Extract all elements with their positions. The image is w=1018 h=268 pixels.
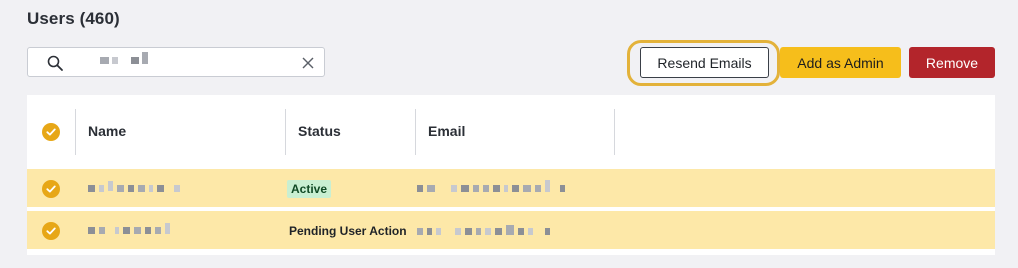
column-divider [285, 109, 286, 155]
column-header-name[interactable]: Name [88, 123, 126, 139]
status-badge: Active [287, 180, 332, 198]
users-page: Users (460) Resend Emails Add as Admin R… [0, 0, 1018, 268]
column-divider [415, 109, 416, 155]
search-query-redacted [100, 52, 148, 64]
users-table: Name Status Email Active Pending User Ac… [27, 95, 995, 255]
select-all-checkbox[interactable] [42, 123, 60, 141]
user-name-redacted [88, 223, 170, 234]
table-row[interactable]: Active [27, 169, 995, 209]
user-name-redacted [88, 180, 180, 192]
column-header-status[interactable]: Status [298, 123, 341, 139]
page-title: Users (460) [27, 9, 120, 28]
row-checkbox[interactable] [42, 222, 60, 240]
table-row[interactable]: Pending User Action [27, 211, 995, 251]
table-header: Name Status Email [27, 95, 995, 168]
column-divider [75, 109, 76, 155]
search-input[interactable] [27, 47, 325, 77]
checkmark-icon [46, 128, 56, 136]
column-header-email[interactable]: Email [428, 123, 465, 139]
user-email-redacted [417, 179, 565, 192]
remove-button[interactable]: Remove [909, 47, 995, 78]
checkmark-icon [46, 185, 56, 193]
search-icon [46, 54, 64, 72]
column-divider [614, 109, 615, 155]
close-icon[interactable] [300, 55, 316, 71]
status-text: Pending User Action [289, 224, 407, 238]
checkmark-icon [46, 227, 56, 235]
resend-emails-button[interactable]: Resend Emails [640, 47, 769, 78]
row-checkbox[interactable] [42, 180, 60, 198]
add-as-admin-button[interactable]: Add as Admin [780, 47, 901, 78]
user-email-redacted [417, 225, 550, 235]
